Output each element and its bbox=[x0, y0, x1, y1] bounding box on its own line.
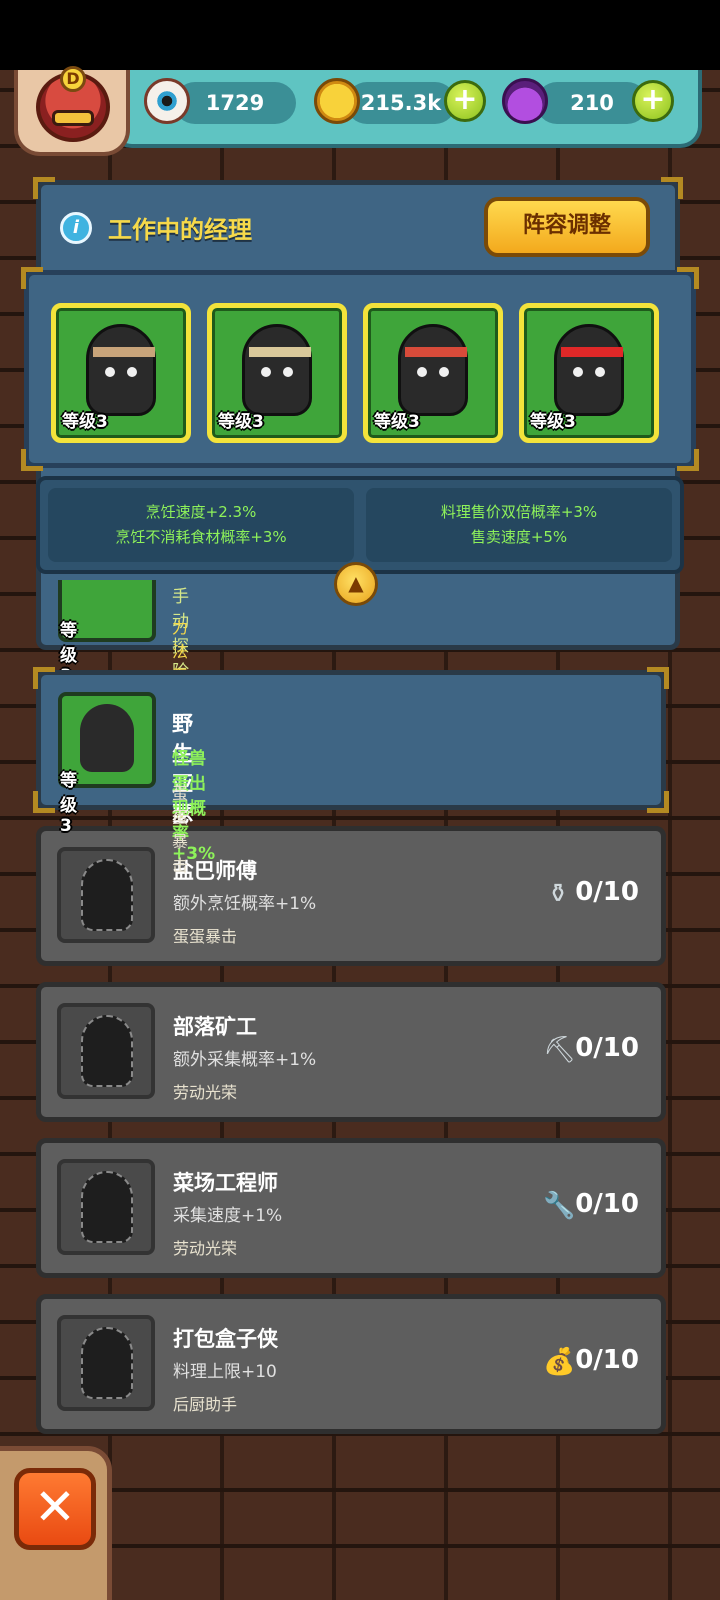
manager-subtitle: 劳动光荣 bbox=[173, 1083, 238, 1102]
currency-bar: 1729 215.3k + 210 + bbox=[110, 70, 702, 148]
manager-effect: 料理上限+10 bbox=[173, 1362, 277, 1382]
add-potions-button[interactable]: + bbox=[632, 80, 674, 122]
panel-corner bbox=[677, 449, 699, 471]
locked-silhouette-icon bbox=[81, 1327, 133, 1399]
buff-line: 烹饪速度+2.3% bbox=[145, 503, 257, 521]
bag-icon: 💰 bbox=[543, 1347, 576, 1377]
panel-corner bbox=[21, 449, 43, 471]
manager-effect: 采集速度+1% bbox=[173, 1206, 283, 1226]
collection-progress: 0/10 bbox=[575, 1033, 639, 1063]
buff-summary-panel: 烹饪速度+2.3% 烹饪不消耗食材概率+3% 料理售价双倍概率+3% 售卖速度+… bbox=[36, 476, 684, 574]
buff-line: 料理售价双倍概率+3% bbox=[440, 503, 598, 521]
manager-level: 等级3 bbox=[62, 412, 108, 432]
manager-card-locked-4[interactable]: 打包盒子侠 料理上限+10 后厨助手 💰 0/10 bbox=[36, 1294, 666, 1434]
manager-monster-icon bbox=[554, 324, 624, 416]
headband bbox=[249, 347, 311, 357]
panel-corner bbox=[647, 791, 669, 813]
manager-subtitle: 劳动光荣 bbox=[173, 1239, 238, 1258]
close-icon[interactable]: ✕ bbox=[14, 1468, 96, 1550]
manager-subtitle: 蛋蛋暴击 bbox=[172, 784, 189, 875]
collection-progress: 0/10 bbox=[575, 1345, 639, 1375]
gold-coin-icon bbox=[314, 78, 360, 124]
status-bar bbox=[0, 0, 720, 70]
panel-corner bbox=[33, 791, 55, 813]
buff-line: 售卖速度+5% bbox=[470, 528, 568, 546]
manager-effect: 额外烹饪概率+1% bbox=[173, 894, 317, 914]
panel-corner bbox=[33, 177, 55, 199]
manager-monster-icon bbox=[398, 324, 468, 416]
player-grade-badge: D bbox=[60, 66, 86, 92]
manager-monster-icon bbox=[242, 324, 312, 416]
manager-monster-icon bbox=[86, 324, 156, 416]
buff-line: 烹饪不消耗食材概率+3% bbox=[115, 528, 287, 546]
locked-thumb bbox=[57, 1159, 155, 1255]
collection-progress: 0/10 bbox=[575, 1189, 639, 1219]
manager-name: 部落矿工 bbox=[173, 1015, 257, 1039]
panel-corner bbox=[677, 267, 699, 289]
manager-subtitle: 后厨助手 bbox=[173, 1395, 238, 1414]
manager-slot-1[interactable]: 等级3 bbox=[51, 303, 191, 443]
eyeball-icon bbox=[144, 78, 190, 124]
manager-card-locked-3[interactable]: 菜场工程师 采集速度+1% 劳动光荣 🔧 0/10 bbox=[36, 1138, 666, 1278]
active-managers-row: 等级3 等级3 等级3 等级3 bbox=[21, 267, 699, 471]
add-coins-button[interactable]: + bbox=[444, 80, 486, 122]
shovel-icon: ⛏ bbox=[543, 1035, 577, 1065]
eye-currency-value: 1729 bbox=[205, 91, 265, 115]
manager-monster-icon bbox=[80, 704, 134, 772]
manager-level: 等级3 bbox=[218, 412, 264, 432]
panel-corner bbox=[647, 667, 669, 689]
purple-potion-icon bbox=[502, 78, 548, 124]
collapse-chevron-up-icon[interactable]: ▲ bbox=[334, 562, 378, 606]
manager-subtitle: 蛋蛋暴击 bbox=[173, 927, 238, 946]
manager-level: 等级3 bbox=[374, 412, 420, 432]
locked-silhouette-icon bbox=[81, 1015, 133, 1087]
panel-corner bbox=[21, 267, 43, 289]
collection-progress: 0/10 bbox=[575, 877, 639, 907]
manager-level: 等级3 bbox=[530, 412, 576, 432]
potion-currency-value: 210 bbox=[570, 91, 614, 115]
player-avatar[interactable]: D bbox=[14, 66, 130, 156]
headband bbox=[93, 347, 155, 357]
locked-thumb bbox=[57, 1315, 155, 1411]
eye-currency-pill: 1729 bbox=[174, 82, 296, 124]
headband bbox=[561, 347, 623, 357]
locked-silhouette-icon bbox=[81, 859, 133, 931]
manager-card-locked-2[interactable]: 部落矿工 额外采集概率+1% 劳动光荣 ⛏ 0/10 bbox=[36, 982, 666, 1122]
manager-slot-3[interactable]: 等级3 bbox=[363, 303, 503, 443]
coin-currency-pill: 215.3k bbox=[346, 82, 456, 124]
selling-buffs: 料理售价双倍概率+3% 售卖速度+5% bbox=[366, 488, 672, 562]
manager-effect: 额外采集概率+1% bbox=[173, 1050, 317, 1070]
manager-card-locked-1[interactable]: 盐巴师傅 额外烹饪概率+1% 蛋蛋暴击 ⚱ 0/10 bbox=[36, 826, 666, 966]
cooking-buffs: 烹饪速度+2.3% 烹饪不消耗食材概率+3% bbox=[48, 488, 354, 562]
locked-silhouette-icon bbox=[81, 1171, 133, 1243]
wrench-icon: 🔧 bbox=[543, 1191, 576, 1221]
manager-slot-4[interactable]: 等级3 bbox=[519, 303, 659, 443]
manager-name: 菜场工程师 bbox=[173, 1171, 278, 1195]
avatar-mouth bbox=[52, 110, 94, 126]
panel-corner bbox=[33, 667, 55, 689]
working-managers-title: 工作中的经理 bbox=[108, 216, 252, 244]
manager-slot-2[interactable]: 等级3 bbox=[207, 303, 347, 443]
salt-shaker-icon: ⚱ bbox=[547, 879, 569, 909]
headband bbox=[405, 347, 467, 357]
coin-currency-value: 215.3k bbox=[360, 91, 442, 115]
manager-name: 打包盒子侠 bbox=[173, 1327, 278, 1351]
manager-level: 等级3 bbox=[60, 771, 77, 836]
info-icon[interactable]: i bbox=[60, 212, 92, 244]
locked-thumb bbox=[57, 847, 155, 943]
lineup-adjust-button[interactable]: 阵容调整 bbox=[484, 197, 650, 257]
panel-corner bbox=[661, 177, 683, 199]
locked-thumb bbox=[57, 1003, 155, 1099]
